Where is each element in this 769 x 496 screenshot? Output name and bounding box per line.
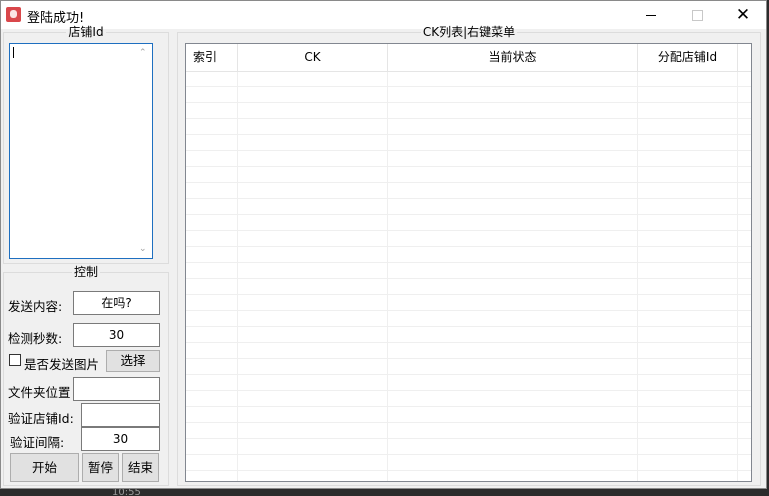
shop-id-legend: 店铺Id [68,25,104,39]
column-divider [237,71,238,481]
ck-list-legend: CK列表|右键菜单 [422,25,516,39]
title-bar[interactable]: 登陆成功! ✕ [1,1,766,29]
verify-shop-input[interactable] [81,403,160,427]
start-button[interactable]: 开始 [10,453,79,482]
minimize-icon [646,15,656,16]
folder-input[interactable] [73,377,160,401]
table-header: 索引 CK 当前状态 分配店铺Id [186,44,751,72]
verify-shop-label: 验证店铺Id: [8,411,74,426]
taskbar-clock: 10:55 [112,489,141,496]
send-content-label: 发送内容: [8,299,63,314]
send-image-checkbox[interactable] [9,354,21,366]
check-seconds-label: 检测秒数: [8,331,63,346]
send-image-label: 是否发送图片 [24,357,100,372]
column-header-shop-id[interactable]: 分配店铺Id [638,44,738,71]
control-legend: 控制 [73,265,98,279]
column-header-status[interactable]: 当前状态 [388,44,638,71]
close-button[interactable]: ✕ [720,1,766,29]
shop-id-textarea[interactable]: ⌃ ⌄ [9,43,153,259]
select-image-button[interactable]: 选择 [106,350,160,372]
close-icon: ✕ [735,5,751,25]
column-header-index[interactable]: 索引 [186,44,238,71]
ck-table[interactable]: 索引 CK 当前状态 分配店铺Id [185,43,752,482]
column-header-ck[interactable]: CK [238,44,388,71]
folder-label: 文件夹位置 [8,385,71,400]
column-divider [637,71,638,481]
column-divider [387,71,388,481]
scroll-up-icon[interactable]: ⌃ [139,48,147,58]
stop-button[interactable]: 结束 [122,453,159,482]
scroll-down-icon[interactable]: ⌄ [139,244,147,254]
maximize-icon [691,10,703,21]
maximize-button[interactable] [674,1,720,29]
text-caret [13,47,14,58]
check-seconds-input[interactable]: 30 [73,323,160,347]
app-icon [6,7,21,22]
send-content-input[interactable]: 在吗? [73,291,160,315]
verify-interval-input[interactable]: 30 [81,427,160,451]
column-divider [737,71,738,481]
pause-button[interactable]: 暂停 [82,453,119,482]
minimize-button[interactable] [628,1,674,29]
table-rows[interactable] [186,71,751,481]
window-title: 登陆成功! [27,11,85,26]
verify-interval-label: 验证间隔: [10,435,65,450]
